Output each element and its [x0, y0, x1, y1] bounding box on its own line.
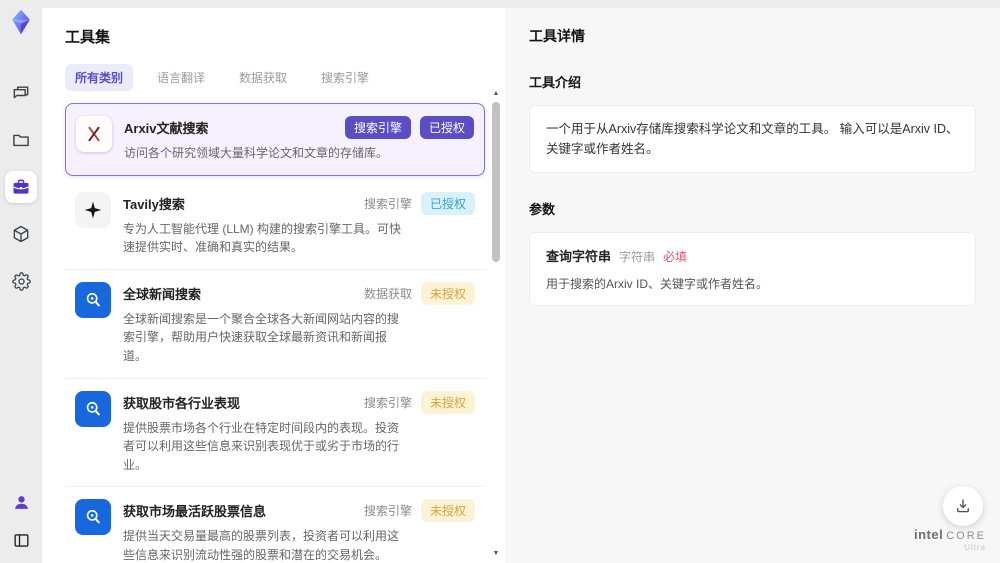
collapse-panel-icon[interactable] [5, 527, 37, 553]
news-search-icon [86, 292, 100, 307]
param-card: 查询字符串 字符串 必填 用于搜索的Arxiv ID、关键字或作者姓名。 [529, 232, 976, 306]
tool-tags: 搜索引擎 未授权 [363, 499, 475, 523]
tool-list-item[interactable]: Arxiv文献搜索 搜索引擎 已授权 访问各个研究领域大量科学论文和文章的存储库… [65, 103, 485, 176]
category-badge: 数据获取 [363, 286, 412, 301]
tools-list-panel: 工具集 所有类别 语言翻译 数据获取 搜索引擎 Arxiv文献搜索 搜索引擎 已授权 … [42, 8, 505, 563]
brand-maker: intel [913, 527, 944, 542]
param-head: 查询字符串 字符串 必填 [546, 246, 959, 265]
category-badge: 搜索引擎 [344, 116, 411, 139]
folder-icon[interactable] [5, 124, 37, 156]
scrollbar[interactable]: ▲ ▼ [490, 88, 502, 563]
tool-tags: 搜索引擎 已授权 [363, 191, 475, 215]
param-description: 用于搜索的Arxiv ID、关键字或作者姓名。 [546, 277, 769, 291]
tool-name: 获取股市各行业表现 [123, 395, 241, 411]
tool-name: Tavily搜索 [123, 196, 185, 212]
tool-name: 获取市场最活跃股票信息 [123, 504, 267, 520]
tool-list: Arxiv文献搜索 搜索引擎 已授权 访问各个研究领域大量科学论文和文章的存储库… [65, 103, 485, 563]
tab-1[interactable]: 语言翻译 [147, 64, 215, 91]
download-button[interactable] [943, 486, 983, 526]
tool-detail-panel: 工具详情 工具介绍 一个用于从Arxiv存储库搜索科学论文和文章的工具。 输入可… [505, 8, 1000, 563]
tool-list-item[interactable]: 全球新闻搜索 数据获取 未授权 全球新闻搜索是一个聚合全球各大新闻网站内容的搜索… [65, 269, 485, 379]
intel-core-logo: intel core Ultra [914, 527, 986, 552]
main-content: 工具集 所有类别 语言翻译 数据获取 搜索引擎 Arxiv文献搜索 搜索引擎 已授权 … [42, 8, 1000, 563]
settings-gear-icon[interactable] [5, 265, 37, 297]
tool-icon [75, 390, 111, 427]
tool-name: 全球新闻搜索 [123, 286, 202, 302]
tavily-star-icon [84, 201, 102, 218]
auth-status-badge: 已授权 [420, 191, 475, 215]
brand-tier: Ultra [964, 543, 986, 552]
download-icon [957, 499, 969, 513]
category-badge: 搜索引擎 [363, 395, 412, 410]
tab-0[interactable]: 所有类别 [65, 64, 134, 91]
param-type: 字符串 [619, 250, 656, 264]
page-title: 工具集 [65, 29, 111, 46]
tool-info: 获取股市各行业表现 搜索引擎 未授权 提供股票市场各个行业在特定时间段内的表现。… [123, 390, 475, 475]
news-search-icon [86, 510, 100, 524]
intro-text: 一个用于从Arxiv存储库搜索科学论文和文章的工具。 输入可以是Arxiv ID… [546, 122, 959, 156]
chat-icon[interactable] [5, 77, 37, 109]
detail-title: 工具详情 [529, 28, 585, 44]
app-window: 工具集 所有类别 语言翻译 数据获取 搜索引擎 Arxiv文献搜索 搜索引擎 已授权 … [0, 0, 1000, 563]
tool-icon [75, 499, 111, 536]
scrollbar-thumb[interactable] [492, 102, 500, 262]
tool-description: 访问各个研究领域大量科学论文和文章的存储库。 [124, 146, 389, 160]
auth-status-badge: 未授权 [420, 281, 475, 305]
auth-status-badge: 未授权 [420, 499, 475, 523]
intro-card: 一个用于从Arxiv存储库搜索科学论文和文章的工具。 输入可以是Arxiv ID… [529, 105, 976, 173]
params-heading: 参数 [529, 202, 556, 217]
user-avatar-icon[interactable] [5, 489, 37, 515]
tool-info: 全球新闻搜索 数据获取 未授权 全球新闻搜索是一个聚合全球各大新闻网站内容的搜索… [123, 281, 475, 366]
category-badge: 搜索引擎 [363, 196, 412, 211]
tool-info: Arxiv文献搜索 搜索引擎 已授权 访问各个研究领域大量科学论文和文章的存储库… [124, 116, 474, 163]
auth-status-badge: 已授权 [419, 116, 474, 139]
tool-tags: 数据获取 未授权 [363, 281, 475, 305]
tool-list-item[interactable]: Tavily搜索 搜索引擎 已授权 专为人工智能代理 (LLM) 构建的搜索引擎… [65, 179, 485, 270]
tool-name: Arxiv文献搜索 [124, 121, 209, 136]
intro-heading: 工具介绍 [529, 75, 582, 90]
tab-3[interactable]: 搜索引擎 [311, 64, 379, 91]
tool-icon [76, 116, 112, 152]
param-required-flag: 必填 [663, 250, 688, 264]
category-badge: 搜索引擎 [363, 504, 412, 519]
app-logo-icon[interactable] [6, 7, 36, 37]
sidebar-bottom [5, 489, 37, 553]
brand-series: core [946, 530, 986, 542]
tool-description: 提供股票市场各个行业在特定时间段内的表现。投资者可以利用这些信息来识别表现优于或… [123, 420, 400, 472]
tool-description: 全球新闻搜索是一个聚合全球各大新闻网站内容的搜索引擎，帮助用户快速获取全球最新资… [123, 311, 400, 363]
tab-2[interactable]: 数据获取 [229, 64, 297, 91]
param-name: 查询字符串 [546, 249, 612, 264]
tool-info: Tavily搜索 搜索引擎 已授权 专为人工智能代理 (LLM) 构建的搜索引擎… [123, 191, 475, 257]
tool-list-item[interactable]: 获取市场最活跃股票信息 搜索引擎 未授权 提供当天交易量最高的股票列表，投资者可… [65, 487, 485, 563]
tool-description: 提供当天交易量最高的股票列表，投资者可以利用这些信息来识别流动性强的股票和潜在的… [123, 529, 400, 562]
auth-status-badge: 未授权 [420, 390, 475, 414]
category-tabs: 所有类别 语言翻译 数据获取 搜索引擎 [65, 64, 485, 91]
sidebar-nav [5, 77, 37, 297]
tool-tags: 搜索引擎 已授权 [344, 116, 474, 139]
tool-icon [75, 281, 111, 318]
tool-info: 获取市场最活跃股票信息 搜索引擎 未授权 提供当天交易量最高的股票列表，投资者可… [123, 499, 475, 563]
cube-icon[interactable] [5, 218, 37, 250]
tool-description: 专为人工智能代理 (LLM) 构建的搜索引擎工具。可快速提供实时、准确和真实的结… [123, 221, 402, 255]
scrollbar-down-icon[interactable]: ▼ [490, 550, 502, 557]
sidebar [0, 0, 42, 563]
tool-list-item[interactable]: 获取股市各行业表现 搜索引擎 未授权 提供股票市场各个行业在特定时间段内的表现。… [65, 378, 485, 488]
news-search-icon [86, 401, 100, 415]
tool-icon [75, 191, 111, 228]
toolbox-icon[interactable] [5, 171, 37, 203]
arxiv-icon [88, 126, 100, 142]
tool-tags: 搜索引擎 未授权 [363, 390, 475, 414]
scrollbar-up-icon[interactable]: ▲ [490, 90, 502, 97]
